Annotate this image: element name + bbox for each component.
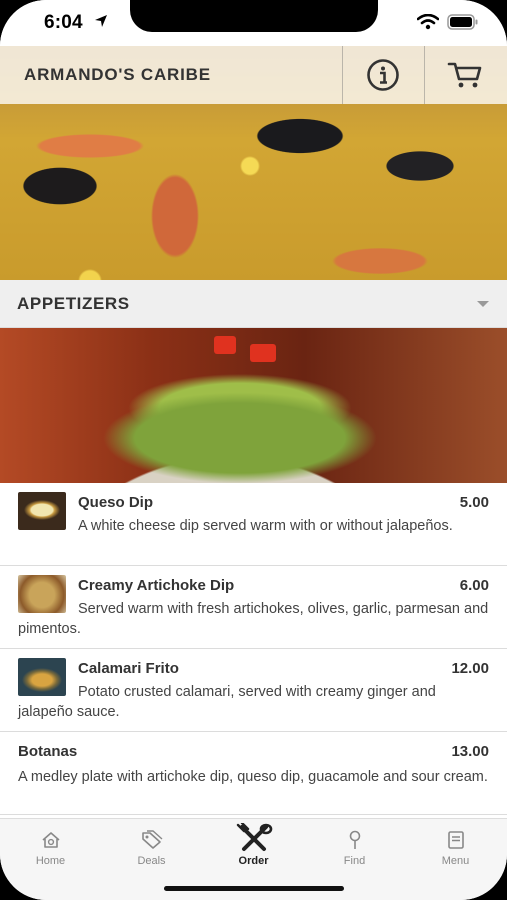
item-description: A white cheese dip served warm with or w…: [78, 518, 453, 534]
wifi-icon: [417, 14, 439, 30]
cart-icon: [447, 62, 482, 88]
hero-image: ARMANDO'S CARIBE: [0, 46, 507, 280]
item-description: A medley plate with artichoke dip, queso…: [18, 769, 488, 785]
tab-label: Home: [35, 855, 66, 867]
tab-order[interactable]: Order: [203, 819, 304, 879]
item-price: 5.00: [459, 494, 489, 511]
item-name: Botanas: [18, 743, 78, 760]
info-button[interactable]: [342, 46, 424, 104]
category-image: [0, 328, 507, 483]
tab-find[interactable]: Find: [304, 819, 405, 879]
pin-icon: [349, 830, 360, 849]
chevron-down-icon: [477, 301, 489, 307]
battery-icon: [447, 14, 478, 30]
garnish: [214, 336, 236, 354]
tab-bar: Home Deals Order Find Menu: [0, 818, 507, 900]
item-name: Queso Dip: [78, 494, 154, 511]
menu-item-list: Queso Dip 5.00 A white cheese dip served…: [0, 483, 507, 815]
category-header-appetizers[interactable]: APPETIZERS: [0, 280, 507, 328]
status-time: 6:04: [44, 12, 83, 33]
tab-deals[interactable]: Deals: [101, 819, 202, 879]
menu-item[interactable]: Creamy Artichoke Dip 6.00 Served warm wi…: [0, 566, 507, 649]
item-name: Calamari Frito: [78, 660, 179, 677]
notch: [130, 0, 378, 32]
item-price: 13.00: [451, 743, 489, 760]
app-header: ARMANDO'S CARIBE: [0, 46, 507, 104]
cart-button[interactable]: [424, 46, 506, 104]
tab-label: Find: [343, 855, 366, 867]
status-icons: [417, 14, 479, 30]
category-title: APPETIZERS: [17, 294, 130, 313]
menu-book-icon: [447, 831, 464, 849]
item-price: 6.00: [459, 577, 489, 594]
home-indicator: [164, 886, 344, 891]
tab-home[interactable]: Home: [0, 819, 101, 879]
item-name: Creamy Artichoke Dip: [78, 577, 235, 594]
menu-item[interactable]: Botanas 13.00 A medley plate with artich…: [0, 732, 507, 815]
location-arrow-icon: [95, 15, 107, 27]
tab-label: Menu: [441, 855, 470, 867]
menu-item[interactable]: Calamari Frito 12.00 Potato crusted cala…: [0, 649, 507, 732]
tab-label: Deals: [137, 855, 166, 867]
tab-menu[interactable]: Menu: [405, 819, 506, 879]
item-description: Potato crusted calamari, served with cre…: [18, 684, 436, 720]
restaurant-title: ARMANDO'S CARIBE: [24, 65, 211, 84]
menu-item[interactable]: Queso Dip 5.00 A white cheese dip served…: [0, 483, 507, 566]
tag-icon: [141, 830, 162, 849]
phone-screen: 6:04 ARMANDO'S CARIBE APPETIZERS Queso D…: [0, 0, 507, 900]
info-icon: [367, 59, 399, 91]
home-icon: [41, 832, 60, 848]
garnish: [250, 344, 276, 362]
status-bar: 6:04: [0, 0, 507, 46]
utensils-icon: [236, 823, 272, 851]
item-description: Served warm with fresh artichokes, olive…: [18, 601, 489, 637]
tab-label: Order: [238, 855, 269, 867]
item-price: 12.00: [451, 660, 489, 677]
